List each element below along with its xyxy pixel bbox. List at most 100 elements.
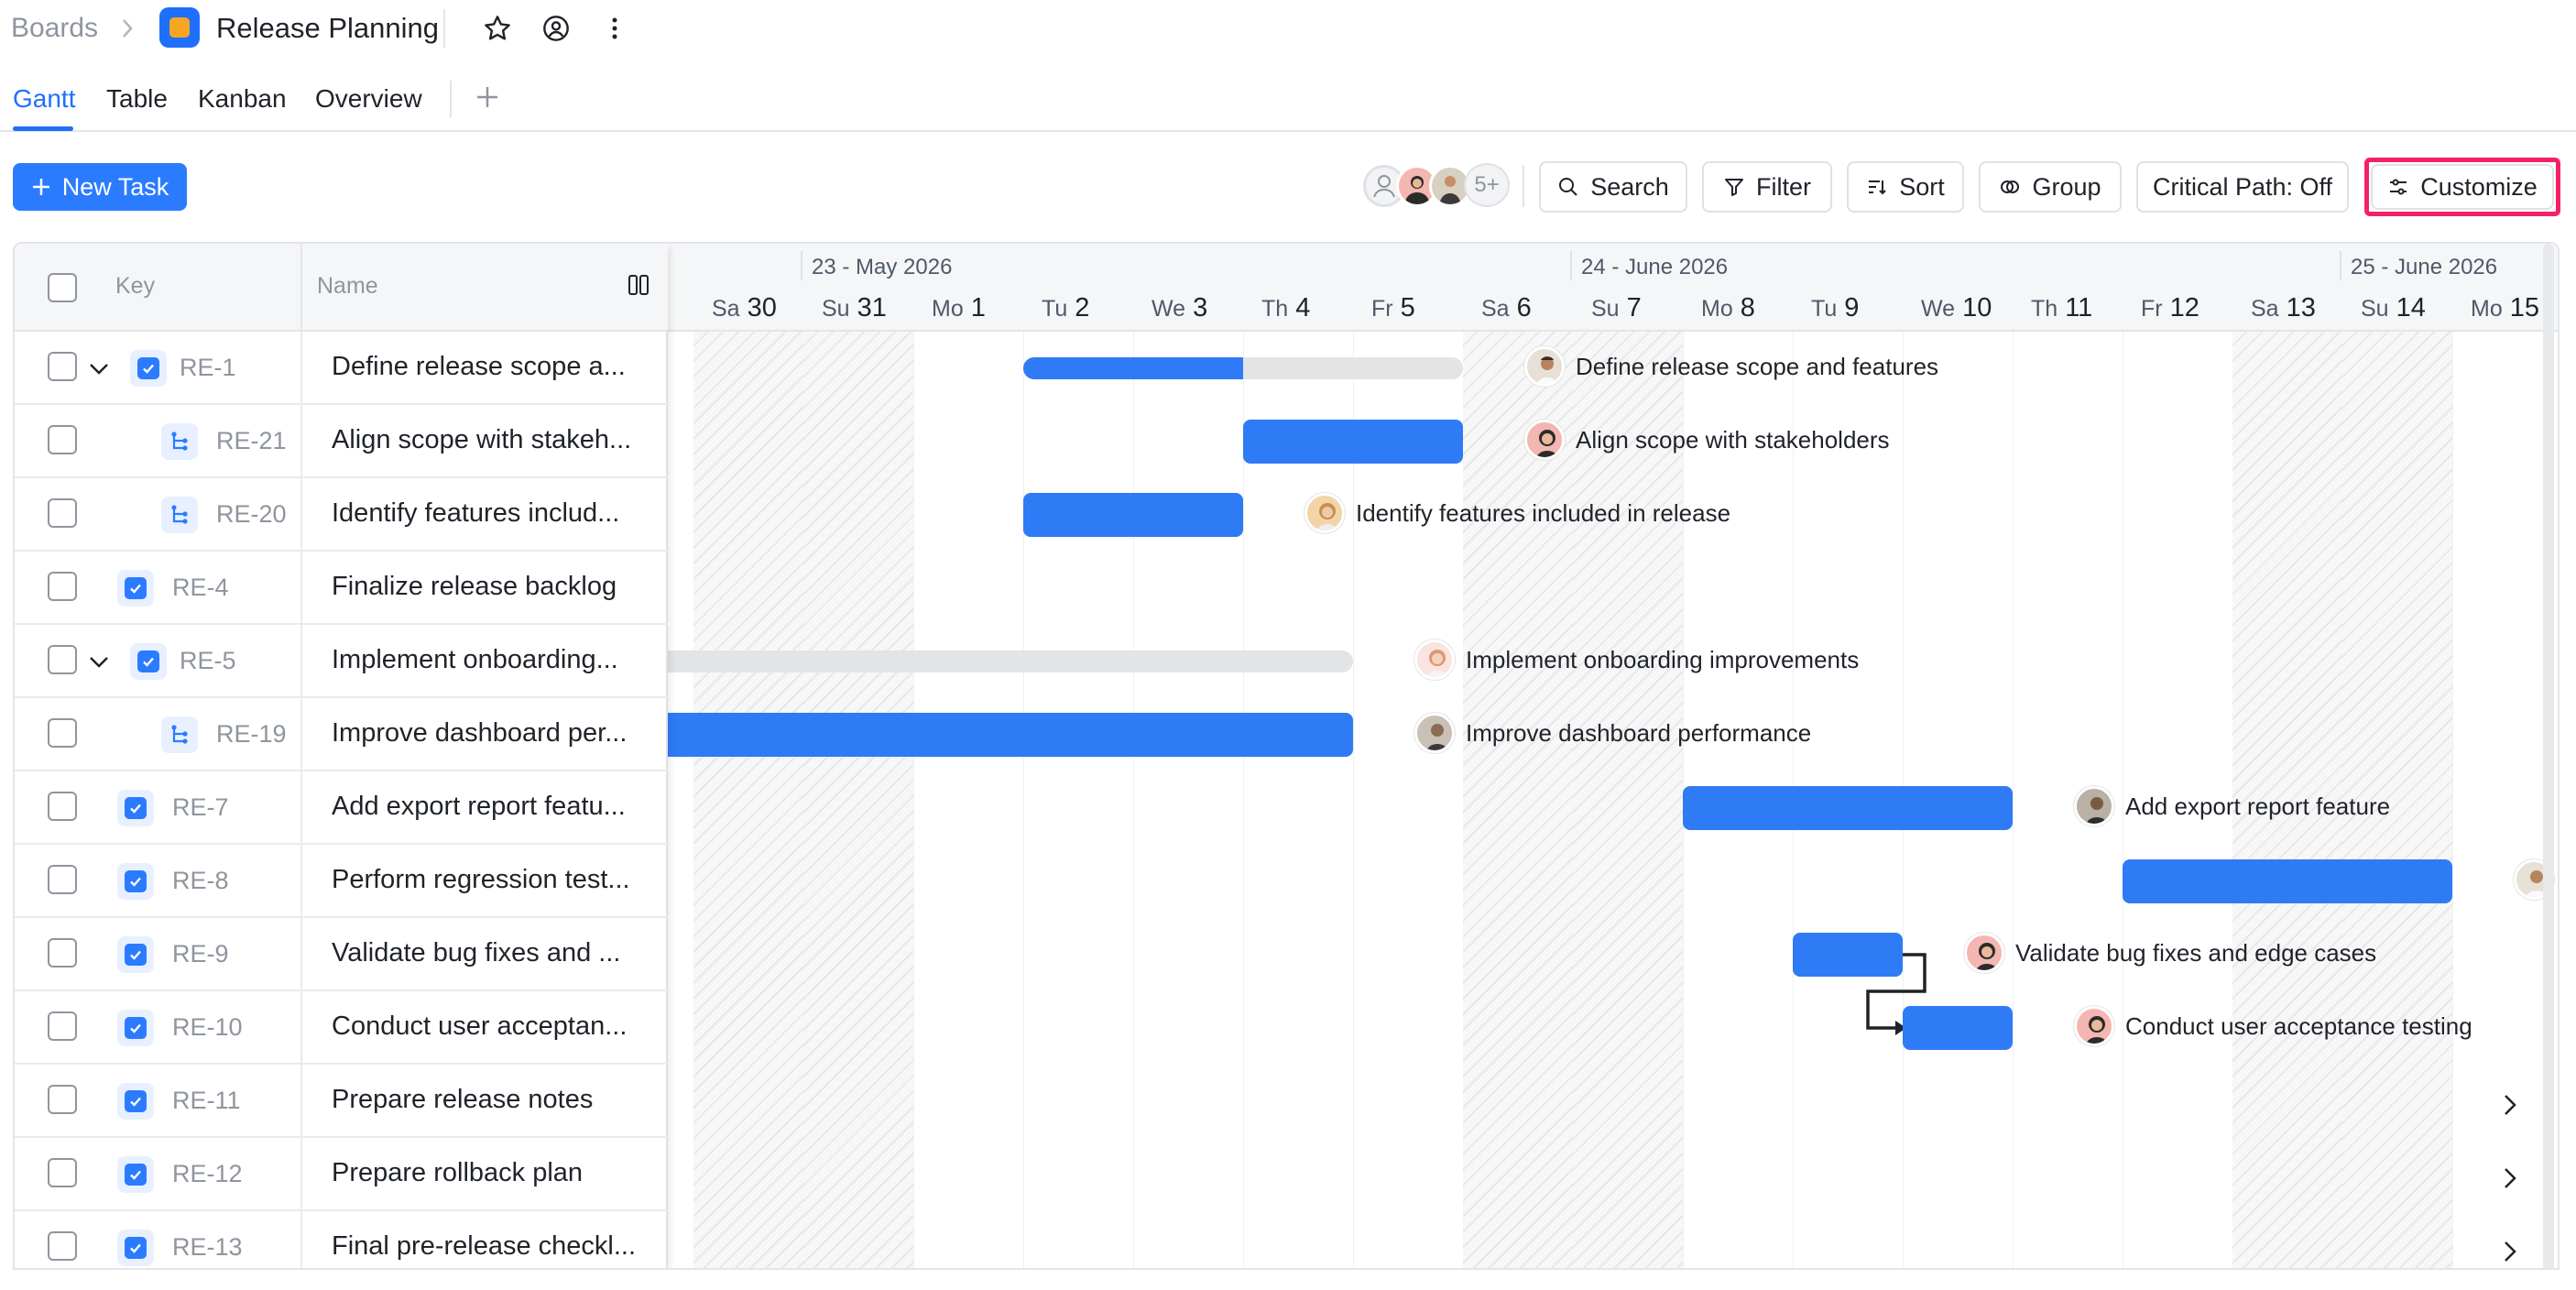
column-divider xyxy=(300,332,302,405)
table-row[interactable]: RE-11 Prepare release notes xyxy=(15,1065,668,1138)
row-checkbox[interactable] xyxy=(48,718,77,748)
chevron-down-icon[interactable] xyxy=(86,649,112,674)
task-key[interactable]: RE-13 xyxy=(172,1233,243,1262)
critical-path-button[interactable]: Critical Path: Off xyxy=(2136,161,2349,213)
row-checkbox[interactable] xyxy=(48,865,77,894)
scroll-to-bar-chevron-icon[interactable] xyxy=(2496,1164,2524,1192)
table-row[interactable]: RE-8 Perform regression test... xyxy=(15,845,668,918)
tab-gantt[interactable]: Gantt xyxy=(13,84,75,114)
task-bar-re-10[interactable] xyxy=(1903,1006,2013,1050)
bar-label-re-1[interactable]: Define release scope and features xyxy=(1524,346,1938,387)
table-row[interactable]: RE-20 Identify features includ... xyxy=(15,478,668,552)
bar-label-re-5[interactable]: Implement onboarding improvements xyxy=(1414,640,1859,680)
task-name[interactable]: Align scope with stakeh... xyxy=(332,425,631,455)
tab-overview[interactable]: Overview xyxy=(315,84,422,114)
select-all-checkbox[interactable] xyxy=(48,273,77,302)
row-checkbox[interactable] xyxy=(48,498,77,528)
column-header-name[interactable]: Name xyxy=(317,273,378,300)
task-key[interactable]: RE-19 xyxy=(216,720,287,749)
row-checkbox[interactable] xyxy=(48,1158,77,1187)
table-row[interactable]: RE-19 Improve dashboard per... xyxy=(15,698,668,771)
table-row[interactable]: RE-4 Finalize release backlog xyxy=(15,552,668,625)
breadcrumb-boards[interactable]: Boards xyxy=(11,13,98,44)
vertical-scrollbar[interactable] xyxy=(2543,244,2554,1268)
bar-label-re-7[interactable]: Add export report feature xyxy=(2074,786,2390,826)
task-name[interactable]: Prepare rollback plan xyxy=(332,1158,583,1188)
row-checkbox[interactable] xyxy=(48,645,77,674)
scroll-to-bar-chevron-icon[interactable] xyxy=(2496,1091,2524,1119)
task-key[interactable]: RE-5 xyxy=(180,647,236,675)
task-bar-re-5[interactable] xyxy=(668,650,1353,672)
subtask-icon xyxy=(161,716,198,753)
row-checkbox[interactable] xyxy=(48,1011,77,1041)
bar-label-re-9[interactable]: Validate bug fixes and edge cases xyxy=(1964,933,2376,973)
task-key[interactable]: RE-11 xyxy=(172,1087,241,1115)
filter-button[interactable]: Filter xyxy=(1702,161,1832,213)
bar-label-re-10[interactable]: Conduct user acceptance testing xyxy=(2074,1006,2472,1046)
task-key[interactable]: RE-12 xyxy=(172,1160,243,1188)
table-row[interactable]: RE-21 Align scope with stakeh... xyxy=(15,405,668,478)
more-vertical-icon[interactable] xyxy=(597,11,632,46)
task-name[interactable]: Finalize release backlog xyxy=(332,572,617,602)
task-name[interactable]: Perform regression test... xyxy=(332,865,630,895)
add-view-icon[interactable] xyxy=(469,79,506,115)
task-bar-re-1[interactable] xyxy=(1023,357,1463,379)
task-key[interactable]: RE-7 xyxy=(172,793,229,822)
columns-toggle-icon[interactable] xyxy=(627,273,650,297)
star-icon[interactable] xyxy=(480,11,515,46)
task-bar-re-8[interactable] xyxy=(2123,859,2452,903)
watch-user-icon[interactable] xyxy=(539,11,573,46)
chevron-down-icon[interactable] xyxy=(86,355,112,381)
task-name[interactable]: Add export report featu... xyxy=(332,792,626,822)
task-name[interactable]: Define release scope a... xyxy=(332,352,626,382)
customize-button[interactable]: Customize xyxy=(2371,164,2554,210)
task-key[interactable]: RE-9 xyxy=(172,940,229,968)
table-row[interactable]: RE-9 Validate bug fixes and ... xyxy=(15,918,668,991)
task-name[interactable]: Validate bug fixes and ... xyxy=(332,938,620,968)
table-row[interactable]: RE-7 Add export report featu... xyxy=(15,771,668,845)
task-key[interactable]: RE-10 xyxy=(172,1013,243,1042)
task-key[interactable]: RE-8 xyxy=(172,867,229,895)
table-row[interactable]: RE-10 Conduct user acceptan... xyxy=(15,991,668,1065)
task-key[interactable]: RE-21 xyxy=(216,427,287,455)
table-row[interactable]: RE-12 Prepare rollback plan xyxy=(15,1138,668,1211)
row-checkbox[interactable] xyxy=(48,1231,77,1261)
table-row[interactable]: RE-1 Define release scope a... xyxy=(15,332,668,405)
bar-label-re-21[interactable]: Align scope with stakeholders xyxy=(1524,420,1890,460)
task-name[interactable]: Conduct user acceptan... xyxy=(332,1011,627,1042)
task-key[interactable]: RE-1 xyxy=(180,354,236,382)
tab-table[interactable]: Table xyxy=(106,84,168,114)
tab-kanban[interactable]: Kanban xyxy=(198,84,287,114)
task-bar-re-20[interactable] xyxy=(1023,493,1243,537)
task-bar-re-19[interactable] xyxy=(668,713,1353,757)
row-checkbox[interactable] xyxy=(48,1085,77,1114)
search-button[interactable]: Search xyxy=(1539,161,1687,213)
row-checkbox[interactable] xyxy=(48,352,77,381)
task-bar-re-7[interactable] xyxy=(1683,786,2013,830)
row-checkbox[interactable] xyxy=(48,425,77,454)
bar-label-re-20[interactable]: Identify features included in release xyxy=(1304,493,1730,533)
task-name[interactable]: Improve dashboard per... xyxy=(332,718,627,749)
gantt-timeline[interactable]: 23 - May 2026 24 - June 2026 25 - June 2… xyxy=(668,244,2558,1268)
row-checkbox[interactable] xyxy=(48,572,77,601)
row-checkbox[interactable] xyxy=(48,792,77,821)
group-button[interactable]: Group xyxy=(1979,161,2122,213)
task-key[interactable]: RE-4 xyxy=(172,574,229,602)
task-key[interactable]: RE-20 xyxy=(216,500,287,529)
sort-button[interactable]: Sort xyxy=(1847,161,1964,213)
table-row[interactable]: RE-5 Implement onboarding... xyxy=(15,625,668,698)
column-header-key[interactable]: Key xyxy=(115,273,155,300)
row-checkbox[interactable] xyxy=(48,938,77,968)
new-task-button[interactable]: New Task xyxy=(13,163,187,211)
scroll-to-bar-chevron-icon[interactable] xyxy=(2496,1238,2524,1265)
column-divider[interactable] xyxy=(300,244,302,332)
task-name[interactable]: Prepare release notes xyxy=(332,1085,593,1115)
task-name[interactable]: Identify features includ... xyxy=(332,498,619,529)
task-bar-re-21[interactable] xyxy=(1243,420,1463,464)
more-members-badge[interactable]: 5+ xyxy=(1464,163,1510,207)
bar-label-re-19[interactable]: Improve dashboard performance xyxy=(1414,713,1811,753)
task-name[interactable]: Final pre-release checkl... xyxy=(332,1231,636,1262)
table-row[interactable]: RE-13 Final pre-release checkl... xyxy=(15,1211,668,1268)
task-name[interactable]: Implement onboarding... xyxy=(332,645,618,675)
member-avatars[interactable]: 5+ xyxy=(1363,163,1510,209)
